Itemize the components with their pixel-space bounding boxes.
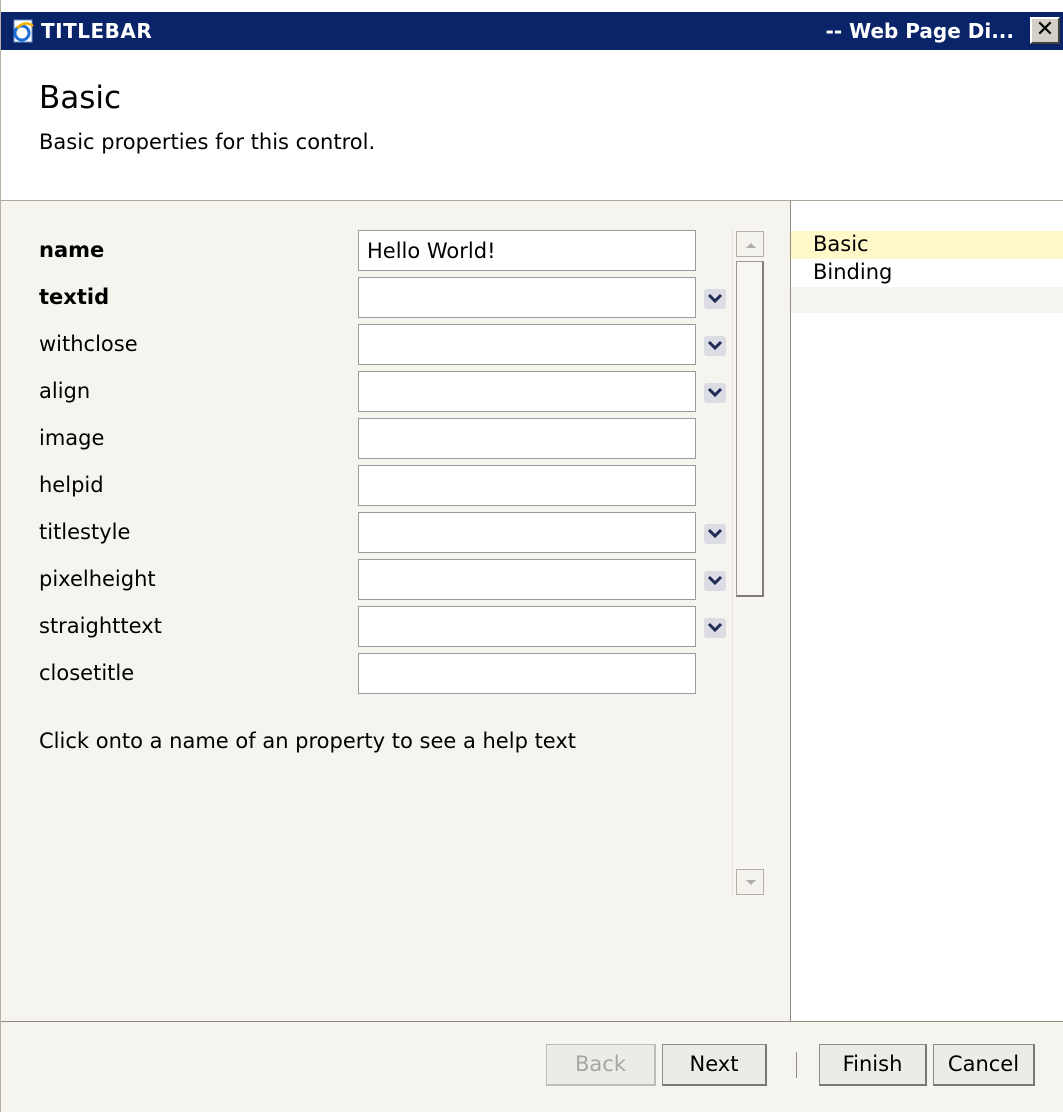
chevron-down-icon (707, 340, 723, 351)
property-dropdown-straighttext[interactable] (704, 618, 726, 638)
page-title: Basic (39, 80, 122, 116)
property-panel: name textid withclose align image helpid title… (1, 201, 791, 1021)
property-dropdown-pixelheight[interactable] (704, 571, 726, 591)
wizard-footer: Back Next Finish Cancel (1, 1021, 1063, 1112)
chevron-down-icon (707, 528, 723, 539)
dialog-window: TITLEBAR -- Web Page Di... ✕ Basic Basic… (0, 0, 1063, 1112)
nav-item-label: Binding (813, 260, 893, 284)
window-subtitle: -- Web Page Di... (825, 19, 1014, 43)
scroll-up-arrow-icon (746, 243, 756, 248)
nav-item-label: Basic (813, 232, 869, 256)
property-label-titlestyle[interactable]: titlestyle (39, 520, 130, 544)
property-row-name: name (1, 230, 790, 277)
page-header: Basic Basic properties for this control. (1, 50, 1063, 201)
property-row-titlestyle: titlestyle (1, 512, 790, 559)
chevron-down-icon (707, 293, 723, 304)
title-bar: TITLEBAR -- Web Page Di... ✕ (1, 12, 1063, 50)
section-nav: Basic Binding (791, 201, 1063, 1021)
property-input-pixelheight[interactable] (358, 559, 696, 600)
ie-page-icon (13, 19, 34, 43)
property-row-pixelheight: pixelheight (1, 559, 790, 606)
property-input-helpid[interactable] (358, 465, 696, 506)
property-dropdown-withclose[interactable] (704, 336, 726, 356)
close-icon: ✕ (1035, 17, 1055, 42)
property-label-image[interactable]: image (39, 426, 104, 450)
property-row-closetitle: closetitle (1, 653, 790, 700)
scrollbar[interactable] (732, 229, 767, 897)
property-row-image: image (1, 418, 790, 465)
property-label-helpid[interactable]: helpid (39, 473, 104, 497)
property-dropdown-titlestyle[interactable] (704, 524, 726, 544)
chevron-down-icon (707, 622, 723, 633)
nav-item-basic[interactable]: Basic (791, 231, 1063, 259)
button-separator (796, 1052, 797, 1078)
scroll-thumb[interactable] (736, 261, 764, 597)
finish-button[interactable]: Finish (819, 1044, 927, 1086)
property-input-image[interactable] (358, 418, 696, 459)
cancel-button[interactable]: Cancel (933, 1044, 1035, 1086)
scroll-up-button[interactable] (736, 231, 764, 257)
chevron-down-icon (707, 575, 723, 586)
property-row-textid: textid (1, 277, 790, 324)
back-button[interactable]: Back (546, 1044, 656, 1086)
property-input-straighttext[interactable] (358, 606, 696, 647)
property-dropdown-textid[interactable] (704, 289, 726, 309)
property-row-helpid: helpid (1, 465, 790, 512)
property-row-align: align (1, 371, 790, 418)
window-title: TITLEBAR (41, 19, 153, 43)
property-input-closetitle[interactable] (358, 653, 696, 694)
property-input-textid[interactable] (358, 277, 696, 318)
property-input-withclose[interactable] (358, 324, 696, 365)
property-label-pixelheight[interactable]: pixelheight (39, 567, 156, 591)
page-subtitle: Basic properties for this control. (39, 130, 376, 154)
property-label-straighttext[interactable]: straighttext (39, 614, 162, 638)
property-label-closetitle[interactable]: closetitle (39, 661, 134, 685)
property-input-titlestyle[interactable] (358, 512, 696, 553)
property-row-withclose: withclose (1, 324, 790, 371)
property-row-straighttext: straighttext (1, 606, 790, 653)
property-label-textid[interactable]: textid (39, 285, 109, 309)
property-label-withclose[interactable]: withclose (39, 332, 138, 356)
close-button[interactable]: ✕ (1030, 17, 1060, 44)
scroll-down-button[interactable] (736, 869, 764, 895)
property-label-align[interactable]: align (39, 379, 90, 403)
next-button[interactable]: Next (662, 1044, 767, 1086)
nav-spacer (791, 287, 1063, 313)
property-dropdown-align[interactable] (704, 383, 726, 403)
property-input-align[interactable] (358, 371, 696, 412)
chevron-down-icon (707, 387, 723, 398)
scroll-down-arrow-icon (746, 880, 756, 885)
nav-item-binding[interactable]: Binding (791, 259, 1063, 287)
property-input-name[interactable] (358, 230, 696, 271)
property-label-name[interactable]: name (39, 238, 104, 262)
help-text: Click onto a name of an property to see … (39, 729, 577, 753)
